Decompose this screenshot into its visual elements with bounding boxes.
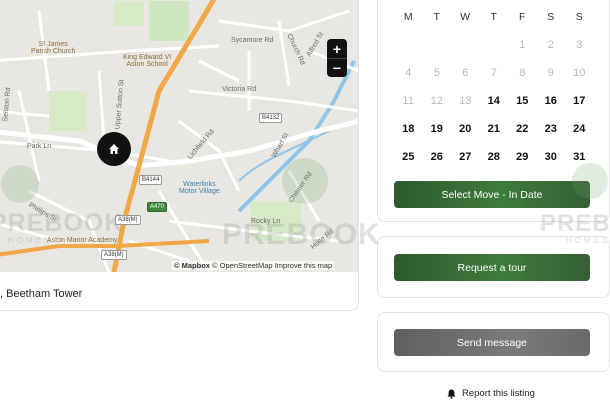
calendar-day[interactable]: 25: [394, 143, 423, 171]
select-move-in-date-button[interactable]: Select Move - In Date: [394, 181, 590, 208]
calendar-day[interactable]: 15: [508, 87, 537, 115]
report-listing-link[interactable]: Report this listing: [447, 388, 535, 399]
home-icon: [109, 144, 119, 154]
request-tour-card: Request a tour: [377, 236, 610, 298]
calendar-day[interactable]: 22: [508, 115, 537, 143]
improve-map-link[interactable]: Improve this map: [275, 261, 333, 270]
calendar-day: 8: [519, 67, 526, 79]
calendar-day: 7: [490, 67, 497, 79]
calendar-day: 5: [433, 67, 440, 79]
calendar-day: 13: [459, 95, 472, 107]
calendar-day: 4: [405, 67, 412, 79]
property-pin[interactable]: [97, 132, 131, 166]
road-shield-b4132: B4132: [259, 113, 283, 123]
calendar-day[interactable]: 14: [480, 87, 509, 115]
weekday-label: F: [519, 11, 526, 23]
send-message-card: Send message: [377, 312, 610, 372]
calendar-empty-cell: [423, 31, 452, 59]
calendar-day[interactable]: 18: [394, 115, 423, 143]
road-shield-a38m-1: A38(M): [115, 215, 141, 225]
calendar-day: 12: [430, 95, 443, 107]
map-label-aston-manor: Aston Manor Academy: [47, 237, 118, 244]
send-message-button[interactable]: Send message: [394, 329, 590, 356]
mapbox-attribution-link[interactable]: © Mapbox: [174, 261, 210, 270]
map-card: St James Parish Church King Edward VI As…: [0, 0, 359, 311]
map-label-school: King Edward VI Aston School: [123, 54, 172, 68]
calendar-grid: M T W T F S S 1 2 3 4 5 6 7 8 9 10 11 12 13 14 15 16 17 1…: [394, 3, 594, 171]
road-shield-a38m-2: A38(M): [101, 250, 127, 260]
map-view[interactable]: St James Parish Church King Edward VI As…: [0, 0, 358, 272]
calendar-day[interactable]: 17: [565, 87, 594, 115]
calendar-day[interactable]: 23: [537, 115, 566, 143]
calendar-day: 11: [402, 95, 414, 107]
weekday-label: M: [403, 11, 413, 23]
osm-attribution-link[interactable]: © OpenStreetMap: [212, 261, 273, 270]
calendar-day[interactable]: 20: [451, 115, 480, 143]
calendar-day[interactable]: 30: [537, 143, 566, 171]
calendar-day: 1: [519, 39, 526, 51]
map-attribution: © Mapbox © OpenStreetMap Improve this ma…: [172, 261, 335, 270]
weekday-label: S: [547, 11, 555, 23]
zoom-out-button[interactable]: −: [327, 58, 347, 77]
calendar-empty-cell: [394, 31, 423, 59]
weekday-label: T: [490, 11, 497, 23]
weekday-label: T: [433, 11, 440, 23]
road-shield-a470: A470: [147, 202, 168, 212]
calendar-day[interactable]: 28: [480, 143, 509, 171]
road-shield-b4144: B4144: [139, 175, 163, 185]
map-label-church: St James Parish Church: [31, 41, 76, 55]
calendar-day[interactable]: 19: [423, 115, 452, 143]
weekday-label: S: [575, 11, 583, 23]
calendar-day: 9: [547, 67, 554, 79]
calendar-day[interactable]: 24: [565, 115, 594, 143]
calendar-day: 6: [462, 67, 469, 79]
calendar-day[interactable]: 27: [451, 143, 480, 171]
calendar-day[interactable]: 29: [508, 143, 537, 171]
request-tour-button[interactable]: Request a tour: [394, 254, 590, 281]
calendar-day[interactable]: 31: [565, 143, 594, 171]
map-label-victoria: Victoria Rd: [222, 86, 257, 93]
calendar-card: M T W T F S S 1 2 3 4 5 6 7 8 9 10 11 12 13 14 15 16 17 1…: [377, 0, 610, 222]
map-label-sycamore: Sycamore Rd: [231, 37, 274, 44]
calendar-day: 10: [573, 67, 586, 79]
calendar-empty-cell: [451, 31, 480, 59]
map-label-park: Park Ln: [27, 143, 52, 150]
report-listing-label: Report this listing: [462, 388, 535, 399]
calendar-day[interactable]: 26: [423, 143, 452, 171]
calendar-empty-cell: [480, 31, 509, 59]
calendar-day[interactable]: 16: [537, 87, 566, 115]
weekday-label: W: [460, 11, 471, 23]
zoom-in-button[interactable]: +: [327, 39, 347, 58]
property-address: , Beetham Tower: [0, 288, 83, 300]
map-label-rocky: Rocky Ln: [251, 218, 281, 225]
map-label-waterlinks: Waterlinks Motor Village: [179, 181, 220, 195]
calendar-day: 3: [576, 39, 583, 51]
calendar-day: 2: [547, 39, 554, 51]
bell-icon: [447, 389, 456, 399]
zoom-controls: + −: [327, 39, 347, 77]
calendar-day[interactable]: 21: [480, 115, 509, 143]
